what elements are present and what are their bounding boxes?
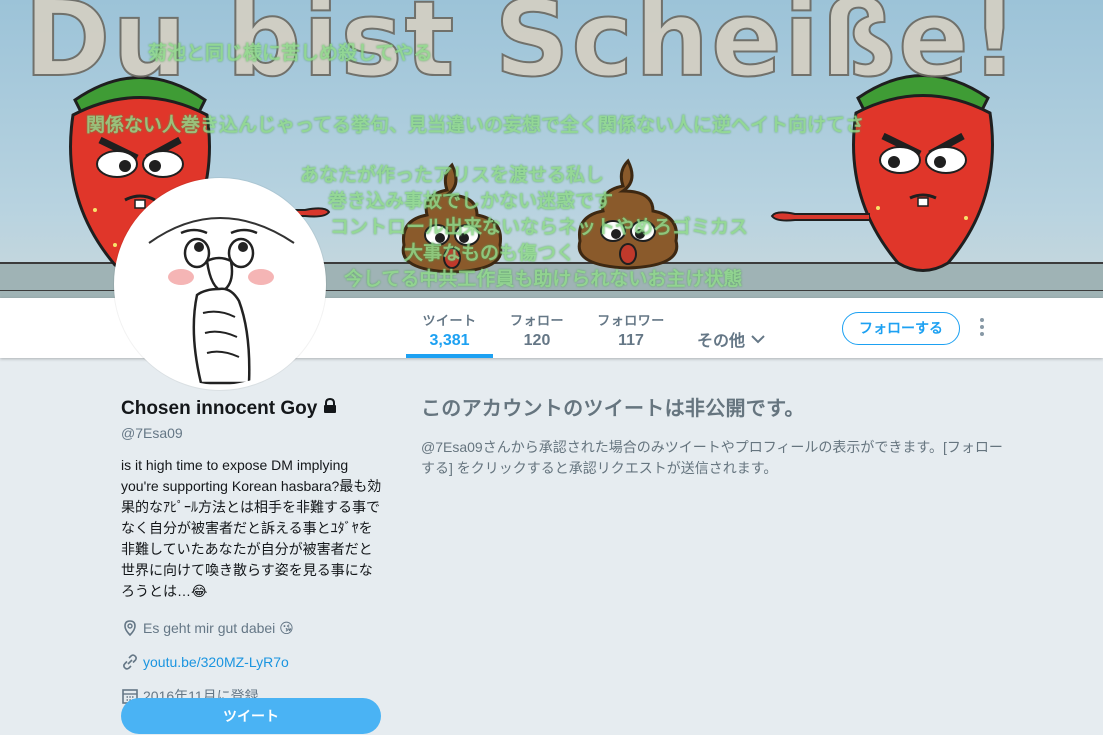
- protected-message: @7Esa09さんから承認された場合のみツイートやプロフィールの表示ができます。…: [421, 439, 1003, 476]
- protected-heading: このアカウントのツイートは非公開です。: [421, 398, 805, 420]
- pointing-arm-right: [770, 211, 870, 222]
- protected-account-notice: このアカウントのツイートは非公開です。 @7Esa09さんから承認された場合のみ…: [421, 392, 1006, 479]
- more-options-icon[interactable]: [978, 318, 986, 338]
- nav-tweets[interactable]: ツイート 3,381: [406, 310, 493, 358]
- nav-following-count: 120: [523, 332, 551, 349]
- banner-overlay-text: 大事なものも傷つく: [404, 242, 576, 264]
- nav-followers-count: 117: [618, 332, 644, 349]
- profile-card: Chosen innocent Goy @7Esa09 is it high t…: [121, 397, 383, 706]
- nav-tweets-label: ツイート: [422, 313, 477, 328]
- tweet-to-user-button[interactable]: ツイート: [121, 698, 381, 734]
- profile-name-row: Chosen innocent Goy: [121, 397, 383, 420]
- nav-following[interactable]: フォロー 120: [503, 310, 571, 358]
- nav-followers-label: フォロワー: [597, 313, 665, 328]
- profile-avatar[interactable]: [114, 178, 326, 390]
- profile-handle[interactable]: @7Esa09: [121, 425, 383, 441]
- nav-following-label: フォロー: [509, 313, 564, 328]
- nav-tweets-count: 3,381: [429, 332, 470, 349]
- chevron-down-icon: [751, 331, 765, 349]
- profile-bio: is it high time to expose DM implying yo…: [121, 457, 382, 599]
- banner-overlay-text: あなたが作ったアリスを渡せる私し: [300, 164, 605, 186]
- nav-more-label: その他: [697, 333, 746, 350]
- nav-more-dropdown[interactable]: その他: [697, 327, 765, 351]
- profile-location: Es geht mir gut dabei 😘: [143, 619, 294, 636]
- link-icon: [121, 653, 139, 671]
- location-pin-icon: [121, 619, 139, 637]
- banner-overlay-text: 巻き込み事故でしかない迷惑です: [328, 190, 614, 212]
- profile-location-row: Es geht mir gut dabei 😘: [121, 618, 383, 638]
- banner-overlay-text: 菊池と同じ様に苦しめ殺してやる: [148, 42, 433, 64]
- banner-overlay-text: コントロール出来ないならネットやめろゴミカス: [330, 216, 749, 238]
- profile-url-link[interactable]: youtu.be/320MZ-LyR7o: [143, 654, 289, 670]
- follow-button[interactable]: フォローする: [842, 312, 960, 345]
- banner-overlay-text: 関係ない人巻き込んじゃってる挙句、見当違いの妄想で全く関係ない人に逆ヘイト向けて…: [86, 114, 865, 136]
- avatar-illustration: [119, 183, 321, 385]
- nav-followers[interactable]: フォロワー 117: [588, 310, 674, 358]
- profile-name[interactable]: Chosen innocent Goy: [121, 398, 317, 420]
- profile-url-row: youtu.be/320MZ-LyR7o: [121, 652, 383, 672]
- lock-icon: [322, 397, 338, 420]
- banner-overlay-text: 今してる中共工作員も助けられないお主け状態: [344, 268, 743, 290]
